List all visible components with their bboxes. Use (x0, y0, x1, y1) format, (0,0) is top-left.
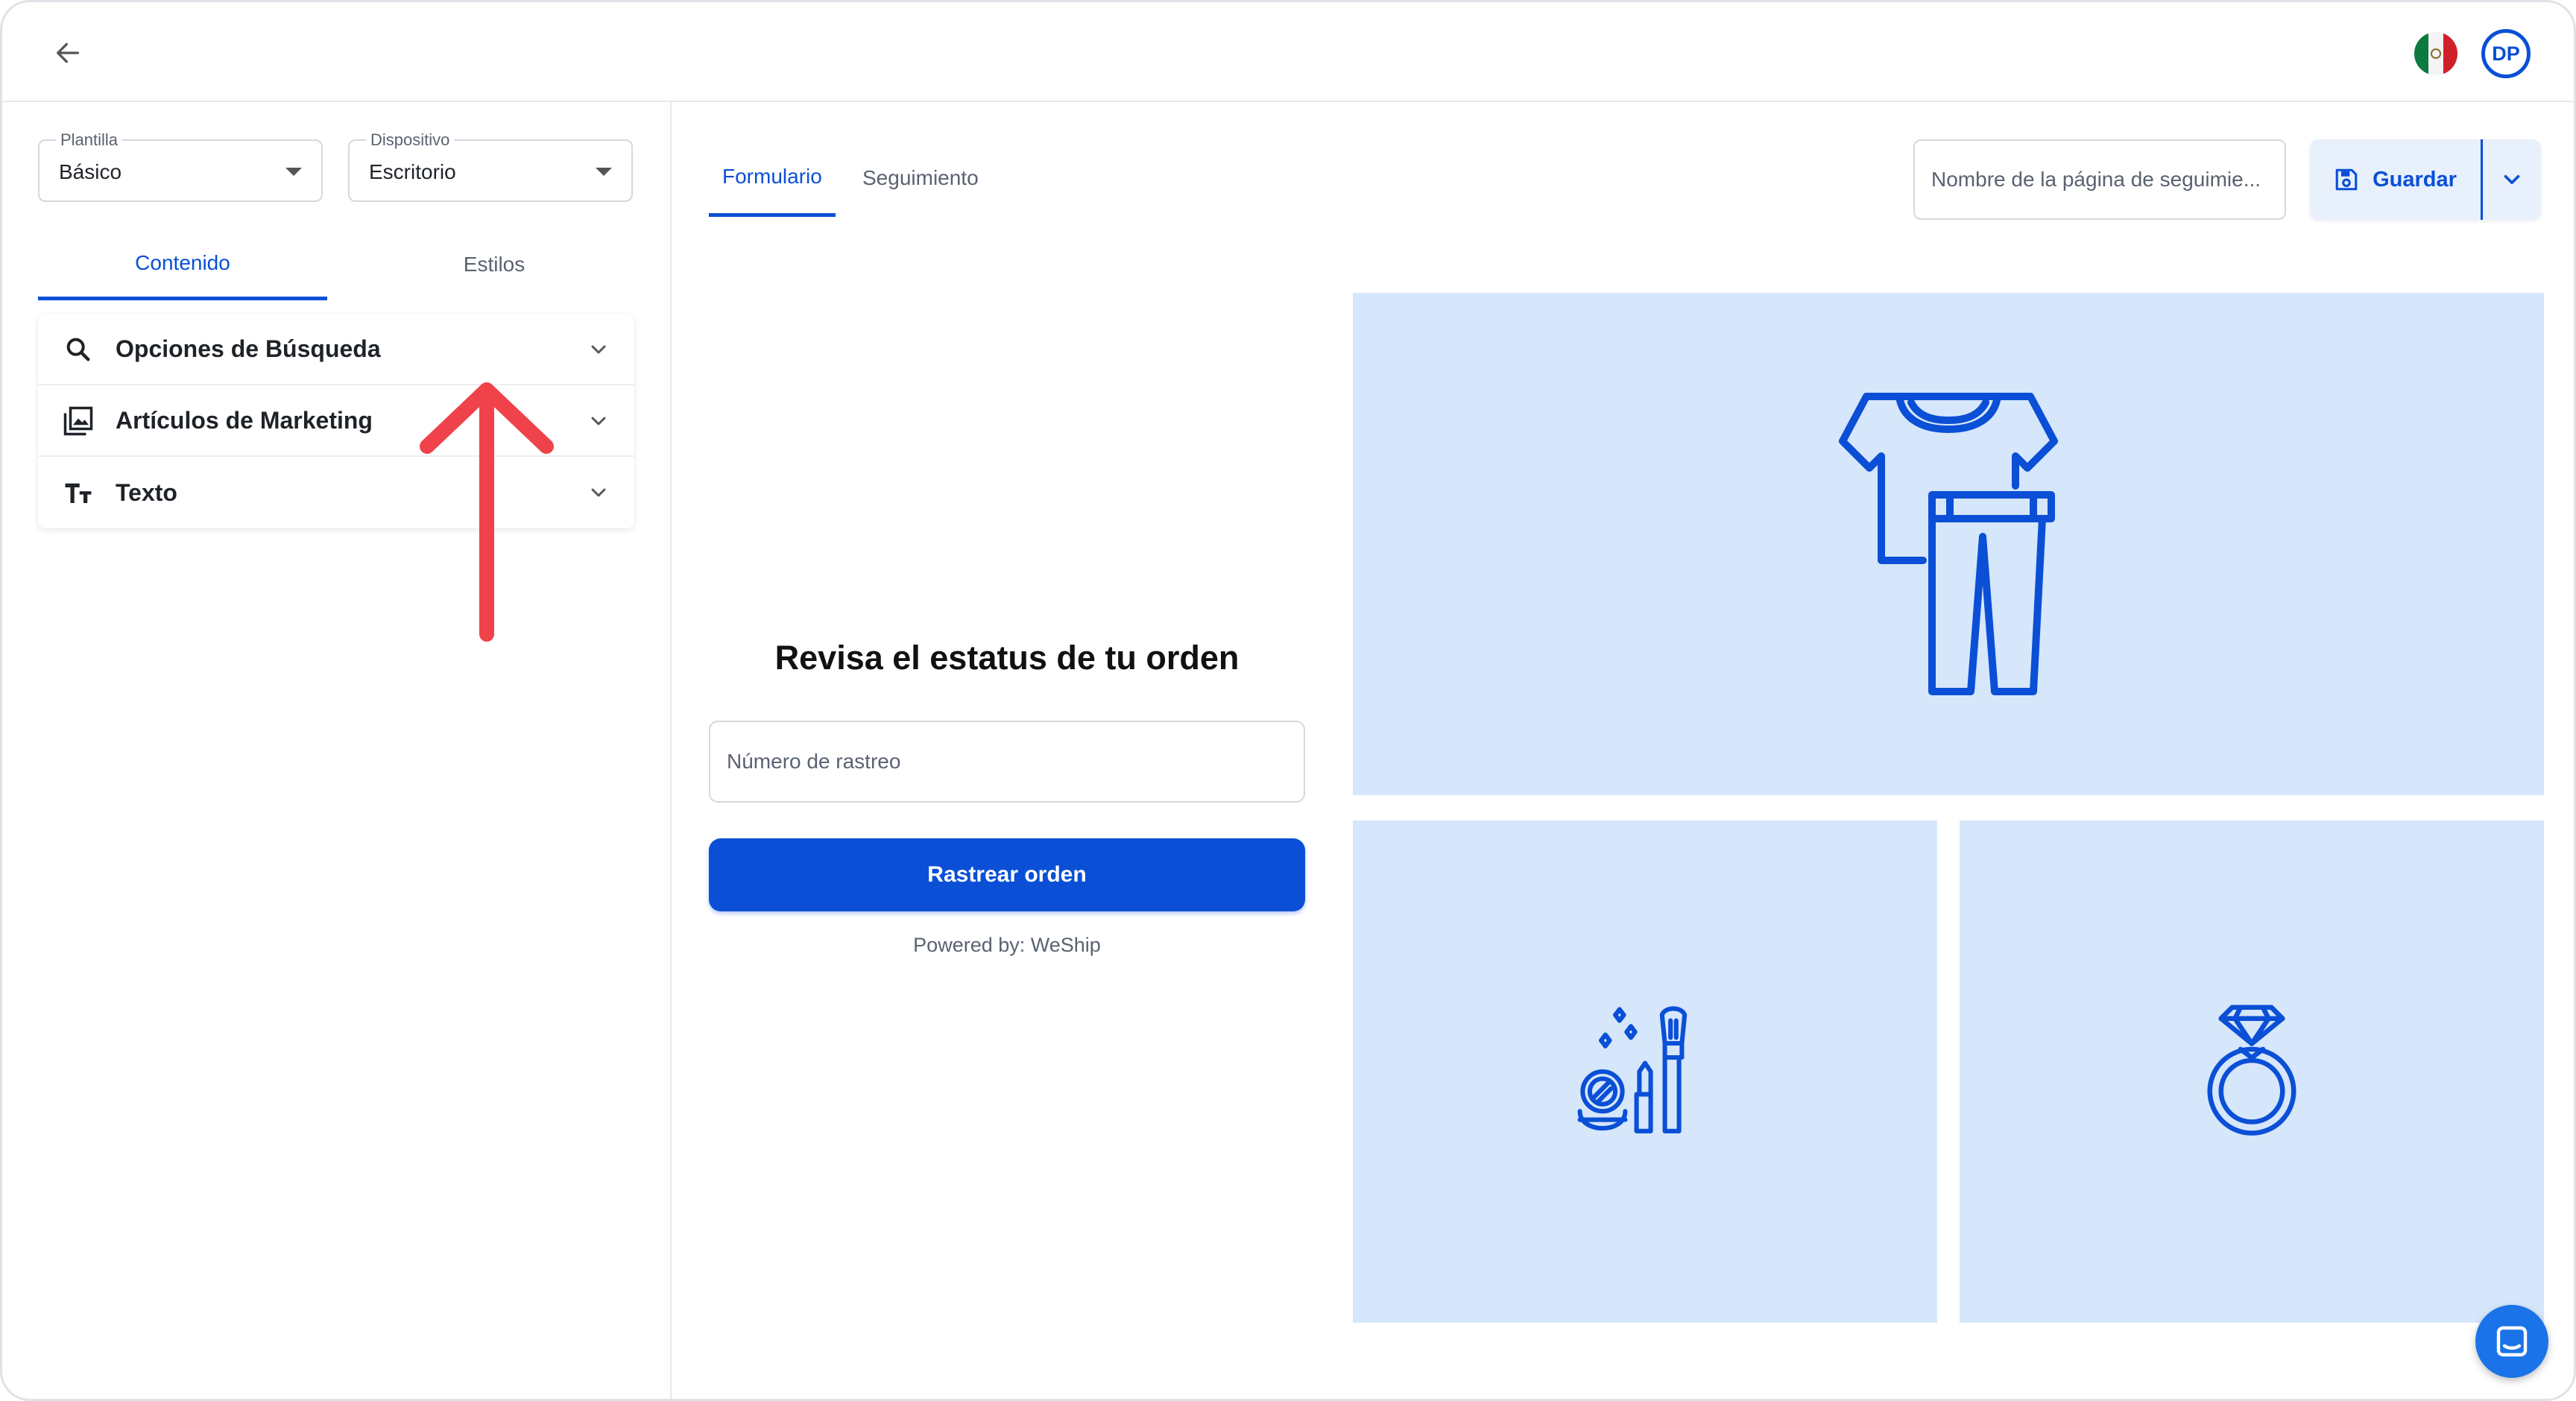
clothing-icon (1839, 393, 2058, 695)
section-label: Opciones de Búsqueda (116, 335, 381, 362)
arrow-left-icon (57, 42, 80, 63)
track-order-button[interactable]: Rastrear orden (709, 838, 1305, 911)
device-select-label: Dispositivo (366, 130, 455, 150)
marketing-tile-clothing[interactable] (1353, 293, 2544, 795)
text-size-icon (62, 476, 95, 509)
device-select-value: Escritorio (369, 160, 456, 183)
device-select[interactable]: Dispositivo Escritorio (348, 130, 633, 202)
search-icon (62, 333, 95, 366)
mexico-flag-icon[interactable] (2414, 32, 2457, 75)
caret-down-icon (285, 168, 302, 176)
section-search-options[interactable]: Opciones de Búsqueda (38, 314, 634, 385)
tab-formulario[interactable]: Formulario (709, 139, 836, 217)
tab-seguimiento[interactable]: Seguimiento (849, 139, 992, 217)
makeup-icon (1577, 1006, 1688, 1133)
chat-button[interactable] (2475, 1305, 2548, 1378)
template-select-label: Plantilla (56, 130, 123, 150)
marketing-tile-makeup[interactable] (1353, 820, 1937, 1323)
ring-icon (2207, 1005, 2296, 1136)
floppy-disk-icon (2335, 168, 2358, 191)
chat-icon (2496, 1326, 2528, 1357)
save-button-group: Guardar (2310, 139, 2541, 220)
sidebar: Plantilla Básico Dispositivo Escritorio … (2, 102, 672, 1399)
top-bar: DP (2, 2, 2574, 102)
template-select[interactable]: Plantilla Básico (38, 130, 323, 202)
chevron-down-icon (591, 488, 606, 497)
page-name-input[interactable] (1913, 139, 2286, 220)
chevron-down-icon (591, 345, 606, 354)
powered-by-text: Powered by: WeShip (913, 934, 1101, 956)
chevron-down-icon (2504, 174, 2520, 185)
avatar[interactable]: DP (2481, 29, 2531, 78)
annotation-arrow-icon (420, 382, 554, 642)
app-window: DP Plantilla Básico Dispositivo Escritor… (0, 0, 2576, 1401)
save-options-dropdown[interactable] (2483, 139, 2541, 220)
form-title: Revisa el estatus de tu orden (774, 639, 1240, 677)
chevron-down-icon (591, 417, 606, 426)
section-label: Artículos de Marketing (116, 406, 373, 434)
template-select-value: Básico (59, 160, 122, 183)
section-label: Texto (116, 478, 177, 506)
save-button-label: Guardar (2373, 167, 2457, 192)
tab-estilos[interactable]: Estilos (350, 229, 639, 300)
save-button[interactable]: Guardar (2310, 139, 2483, 220)
sidebar-tabs: Contenido Estilos (38, 229, 634, 300)
image-gallery-icon (62, 405, 95, 437)
back-button[interactable] (48, 35, 87, 71)
marketing-tile-jewelry[interactable] (1960, 820, 2544, 1323)
tracking-number-input[interactable] (709, 721, 1305, 803)
tab-contenido[interactable]: Contenido (38, 229, 327, 300)
main-panel: Formulario Seguimiento Guardar Revisa el… (673, 102, 2574, 1399)
caret-down-icon (596, 168, 612, 176)
